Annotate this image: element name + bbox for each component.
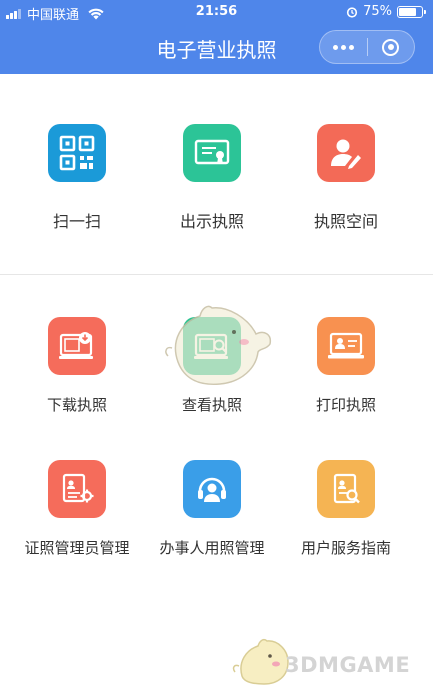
close-circle-icon [382,38,400,56]
battery-fill [399,7,416,16]
admin-manage-icon [48,460,106,518]
agent-manage-button[interactable]: 办事人用照管理 [140,460,284,558]
battery-percent: 75% [363,4,392,19]
section-divider [0,274,433,275]
download-license-label: 下载执照 [46,396,107,414]
show-license-label: 出示执照 [179,212,244,231]
alarm-icon [346,6,358,18]
scan-button[interactable]: 扫一扫 [5,124,149,232]
more-menu-button[interactable] [320,31,367,63]
print-license-label: 打印执照 [315,396,376,414]
agent-manage-icon [183,460,241,518]
license-space-button[interactable]: 执照空间 [274,124,418,232]
user-edit-icon [317,124,375,182]
admin-manage-button[interactable]: 证照管理员管理 [5,460,149,558]
agent-manage-label: 办事人用照管理 [159,539,265,557]
mascot-watermark [165,305,272,386]
print-license-button[interactable]: 打印执照 [274,317,418,415]
close-button[interactable] [368,31,414,63]
download-license-icon [48,317,106,375]
status-bar: 中国联通 21:56 75% [0,0,433,24]
certificate-icon [183,124,241,182]
show-license-button[interactable]: 出示执照 [140,124,284,232]
download-license-button[interactable]: 下载执照 [5,317,149,415]
status-right: 75% [346,4,426,19]
license-space-label: 执照空间 [313,212,378,231]
header: 中国联通 21:56 75% 电子营业执照 [0,0,433,74]
service-guide-label: 用户服务指南 [300,539,391,557]
mascot-logo-icon [232,638,289,685]
mini-program-capsule [319,30,415,64]
service-guide-icon [317,460,375,518]
scan-label: 扫一扫 [52,212,101,231]
qr-scan-icon [48,124,106,182]
battery-icon [397,5,426,18]
service-guide-button[interactable]: 用户服务指南 [274,460,418,558]
watermark-text: 3DMGAME [285,653,411,677]
admin-manage-label: 证照管理员管理 [24,539,130,557]
view-license-label: 查看执照 [181,396,242,414]
print-license-icon [317,317,375,375]
